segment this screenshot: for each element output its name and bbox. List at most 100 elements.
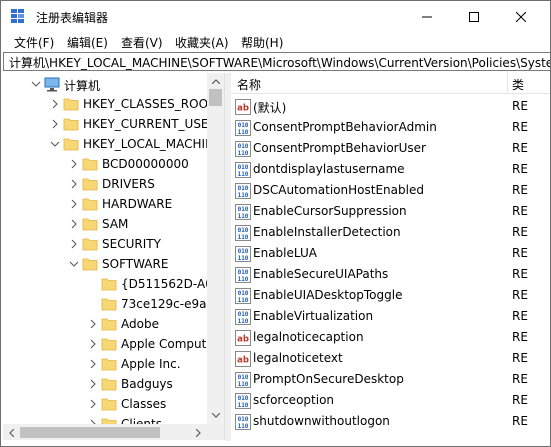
tree-item-hive[interactable]: HKEY_LOCAL_MACHINE	[3, 134, 222, 154]
tree-item-key[interactable]: BCD00000000	[3, 154, 209, 174]
tree-item-key[interactable]: SOFTWARE	[3, 254, 209, 274]
value-type: RE	[512, 225, 528, 239]
tree-item-key[interactable]: Adobe	[3, 314, 209, 334]
value-row[interactable]: 010 110 scforceoption RE	[231, 390, 550, 411]
collapsed-chevron-icon[interactable]	[88, 359, 98, 369]
tree-item-key[interactable]: SECURITY	[3, 234, 209, 254]
tree-item-key[interactable]: 73ce129c-e9ab-	[3, 294, 218, 314]
tree-horizontal-scrollbar[interactable]	[3, 424, 224, 440]
collapsed-chevron-icon[interactable]	[69, 159, 79, 169]
dword-value-icon: 010110	[235, 183, 251, 199]
value-row[interactable]: 010 110 ConsentPromptBehaviorUser RE	[231, 138, 550, 159]
collapsed-chevron-icon[interactable]	[50, 119, 60, 129]
tree-item-label: Badguys	[121, 377, 173, 391]
value-row[interactable]: 010 110 PromptOnSecureDesktop RE	[231, 369, 550, 390]
address-bar[interactable]: 计算机\HKEY_LOCAL_MACHINE\SOFTWARE\Microsof…	[3, 52, 550, 71]
value-type: RE	[512, 288, 528, 302]
menu-favorites[interactable]: 收藏夹(A)	[175, 34, 229, 51]
value-row[interactable]: 010 110 shutdownwithoutlogon RE	[231, 411, 550, 432]
menu-help[interactable]: 帮助(H)	[241, 34, 283, 51]
value-row[interactable]: 010 110 EnableVirtualization RE	[231, 306, 550, 327]
value-row[interactable]: 010 110 DSCAutomationHostEnabled RE	[231, 180, 550, 201]
menu-view[interactable]: 查看(V)	[121, 34, 163, 51]
collapsed-chevron-icon[interactable]	[69, 239, 79, 249]
tree-horizontal-thumb[interactable]	[20, 427, 160, 438]
minimize-button[interactable]	[404, 1, 450, 32]
folder-icon	[82, 178, 98, 191]
tree-item-key[interactable]: SAM	[3, 214, 209, 234]
tree-item-label: HARDWARE	[102, 197, 173, 211]
dword-value-icon: 010110	[235, 225, 251, 241]
svg-text:110: 110	[238, 255, 249, 262]
tree-vertical-scrollbar[interactable]	[207, 73, 224, 424]
svg-text:110: 110	[238, 381, 249, 388]
column-name-header[interactable]: 名称	[237, 76, 261, 93]
tree-item-label: Apple Inc.	[121, 357, 181, 371]
svg-text:110: 110	[238, 213, 249, 220]
tree-item-key[interactable]: DRIVERS	[3, 174, 209, 194]
value-row[interactable]: 010 110 EnableSecureUIAPaths RE	[231, 264, 550, 285]
folder-icon	[101, 378, 117, 391]
menu-file[interactable]: 文件(F)	[14, 34, 54, 51]
value-type: RE	[512, 351, 528, 365]
value-row[interactable]: ab (默认) RE	[231, 96, 550, 117]
scroll-right-arrow[interactable]	[190, 424, 207, 440]
value-name: shutdownwithoutlogon	[253, 414, 390, 428]
tree-item-label: SOFTWARE	[102, 257, 169, 271]
svg-text:110: 110	[238, 192, 249, 199]
key-tree-pane[interactable]: 计算机 HKEY_CLASSES_ROOT HKEY_CURRENT_USER HKE…	[3, 73, 225, 440]
dword-value-icon: 010110	[235, 309, 251, 325]
tree-item-computer[interactable]: 计算机	[3, 74, 209, 94]
value-name: PromptOnSecureDesktop	[253, 372, 404, 386]
expanded-chevron-icon[interactable]	[50, 139, 60, 149]
collapsed-chevron-icon[interactable]	[88, 399, 98, 409]
collapsed-chevron-icon[interactable]	[69, 179, 79, 189]
dword-value-icon: 010110	[235, 246, 251, 262]
collapsed-chevron-icon[interactable]	[88, 379, 98, 389]
scroll-down-arrow[interactable]	[207, 407, 224, 424]
value-row[interactable]: ab legalnoticecaption RE	[231, 327, 550, 348]
expanded-chevron-icon[interactable]	[31, 79, 41, 89]
value-type: RE	[512, 99, 528, 113]
value-row[interactable]: 010 110 ConsentPromptBehaviorAdmin RE	[231, 117, 550, 138]
chevron-down-icon	[211, 413, 220, 418]
svg-text:010: 010	[238, 311, 249, 318]
value-row[interactable]: 010 110 EnableInstallerDetection RE	[231, 222, 550, 243]
value-row[interactable]: ab legalnoticetext RE	[231, 348, 550, 369]
scroll-left-arrow[interactable]	[3, 424, 20, 440]
tree-item-key[interactable]: Apple Computer	[3, 334, 219, 354]
tree-item-hive[interactable]: HKEY_CURRENT_USER	[3, 114, 217, 134]
column-divider[interactable]	[507, 73, 508, 94]
tree-item-label: HKEY_CLASSES_ROOT	[83, 97, 216, 111]
tree-item-key[interactable]: Apple Inc.	[3, 354, 209, 374]
value-name: ConsentPromptBehaviorUser	[253, 141, 426, 155]
collapsed-chevron-icon[interactable]	[69, 199, 79, 209]
title-bar[interactable]: 注册表编辑器	[1, 1, 550, 32]
collapsed-chevron-icon[interactable]	[88, 319, 98, 329]
collapsed-chevron-icon[interactable]	[50, 99, 60, 109]
tree-item-key[interactable]: Classes	[3, 394, 209, 414]
close-button[interactable]	[498, 1, 544, 32]
value-type: RE	[512, 330, 528, 344]
expanded-chevron-icon[interactable]	[69, 259, 79, 269]
chevron-left-icon	[9, 428, 14, 437]
value-row[interactable]: 010 110 dontdisplaylastusername RE	[231, 159, 550, 180]
tree-item-key[interactable]: {D511562D-A0A4	[3, 274, 224, 294]
tree-vertical-thumb[interactable]	[209, 89, 222, 106]
menu-edit[interactable]: 编辑(E)	[67, 34, 108, 51]
value-row[interactable]: 010 110 EnableLUA RE	[231, 243, 550, 264]
tree-item-label: HKEY_CURRENT_USER	[83, 117, 217, 131]
column-type-header[interactable]: 类	[512, 76, 524, 93]
tree-item-key[interactable]: Badguys	[3, 374, 209, 394]
maximize-button[interactable]	[451, 1, 497, 32]
collapsed-chevron-icon[interactable]	[69, 219, 79, 229]
value-list-pane[interactable]: 名称 类 ab (默认) RE 010 110 ConsentPromptBehavior…	[231, 73, 550, 441]
menu-bar: 文件(F) 编辑(E) 查看(V) 收藏夹(A) 帮助(H)	[1, 32, 550, 52]
scroll-up-arrow[interactable]	[207, 73, 224, 90]
value-row[interactable]: 010 110 EnableUIADesktopToggle RE	[231, 285, 550, 306]
collapsed-chevron-icon[interactable]	[88, 339, 98, 349]
value-row[interactable]: 010 110 EnableCursorSuppression RE	[231, 201, 550, 222]
tree-item-key[interactable]: HARDWARE	[3, 194, 209, 214]
value-name: (默认)	[253, 101, 287, 115]
tree-item-hive[interactable]: HKEY_CLASSES_ROOT	[3, 94, 215, 114]
